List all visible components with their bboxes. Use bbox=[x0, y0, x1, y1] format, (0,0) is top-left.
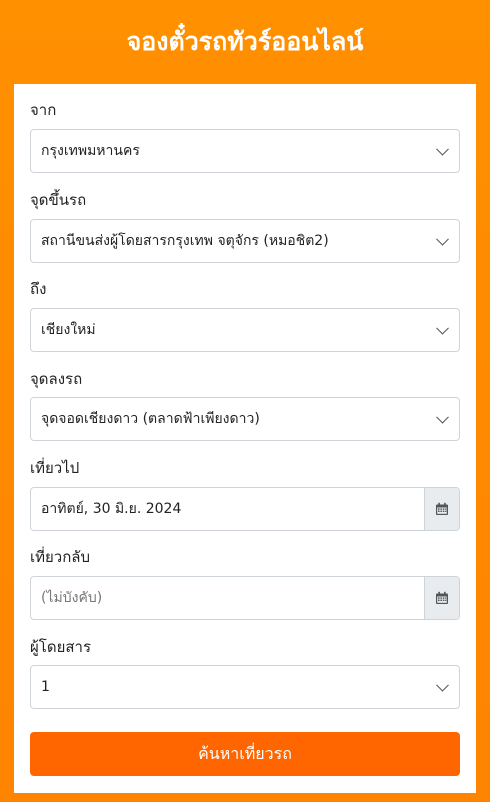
return-date-placeholder[interactable]: (ไม่บังคับ) bbox=[31, 577, 424, 619]
calendar-icon bbox=[436, 591, 448, 604]
chevron-down-icon bbox=[436, 142, 449, 156]
from-label: จาก bbox=[30, 101, 57, 119]
dropoff-value: จุดจอดเชียงดาว (ตลาดฟ้าเพียงดาว) bbox=[41, 411, 260, 427]
calendar-icon bbox=[436, 502, 448, 515]
depart-label: เที่ยวไป bbox=[30, 459, 80, 477]
page-background: จองตั๋วรถทัวร์ออนไลน์ จาก กรุงเทพมหานคร … bbox=[0, 0, 490, 802]
depart-date-value[interactable]: อาทิตย์, 30 มิ.ย. 2024 bbox=[31, 488, 424, 530]
chevron-down-icon bbox=[436, 232, 449, 246]
chevron-down-icon bbox=[436, 410, 449, 424]
return-date-field[interactable]: (ไม่บังคับ) bbox=[30, 576, 460, 620]
booking-form: จาก กรุงเทพมหานคร จุดขึ้นรถ สถานีขนส่งผู… bbox=[14, 84, 476, 793]
to-select[interactable]: เชียงใหม่ bbox=[30, 308, 460, 352]
pickup-label: จุดขึ้นรถ bbox=[30, 191, 87, 209]
search-button[interactable]: ค้นหาเที่ยวรถ bbox=[30, 732, 460, 776]
page-title: จองตั๋วรถทัวร์ออนไลน์ bbox=[126, 27, 364, 56]
depart-date-field[interactable]: อาทิตย์, 30 มิ.ย. 2024 bbox=[30, 487, 460, 531]
passengers-label: ผู้โดยสาร bbox=[30, 638, 92, 656]
to-value: เชียงใหม่ bbox=[41, 322, 96, 338]
chevron-down-icon bbox=[436, 321, 449, 335]
chevron-down-icon bbox=[436, 678, 449, 692]
from-select[interactable]: กรุงเทพมหานคร bbox=[30, 129, 460, 173]
to-label: ถึง bbox=[30, 280, 47, 298]
pickup-select[interactable]: สถานีขนส่งผู้โดยสารกรุงเทพ จตุจักร (หมอช… bbox=[30, 219, 460, 263]
dropoff-label: จุดลงรถ bbox=[30, 370, 83, 388]
depart-calendar-button[interactable] bbox=[424, 488, 459, 530]
return-calendar-button[interactable] bbox=[424, 577, 459, 619]
passengers-value: 1 bbox=[41, 679, 50, 695]
dropoff-select[interactable]: จุดจอดเชียงดาว (ตลาดฟ้าเพียงดาว) bbox=[30, 397, 460, 441]
from-value: กรุงเทพมหานคร bbox=[41, 143, 140, 159]
pickup-value: สถานีขนส่งผู้โดยสารกรุงเทพ จตุจักร (หมอช… bbox=[41, 233, 329, 249]
passengers-select[interactable]: 1 bbox=[30, 665, 460, 709]
return-label: เที่ยวกลับ bbox=[30, 548, 91, 566]
